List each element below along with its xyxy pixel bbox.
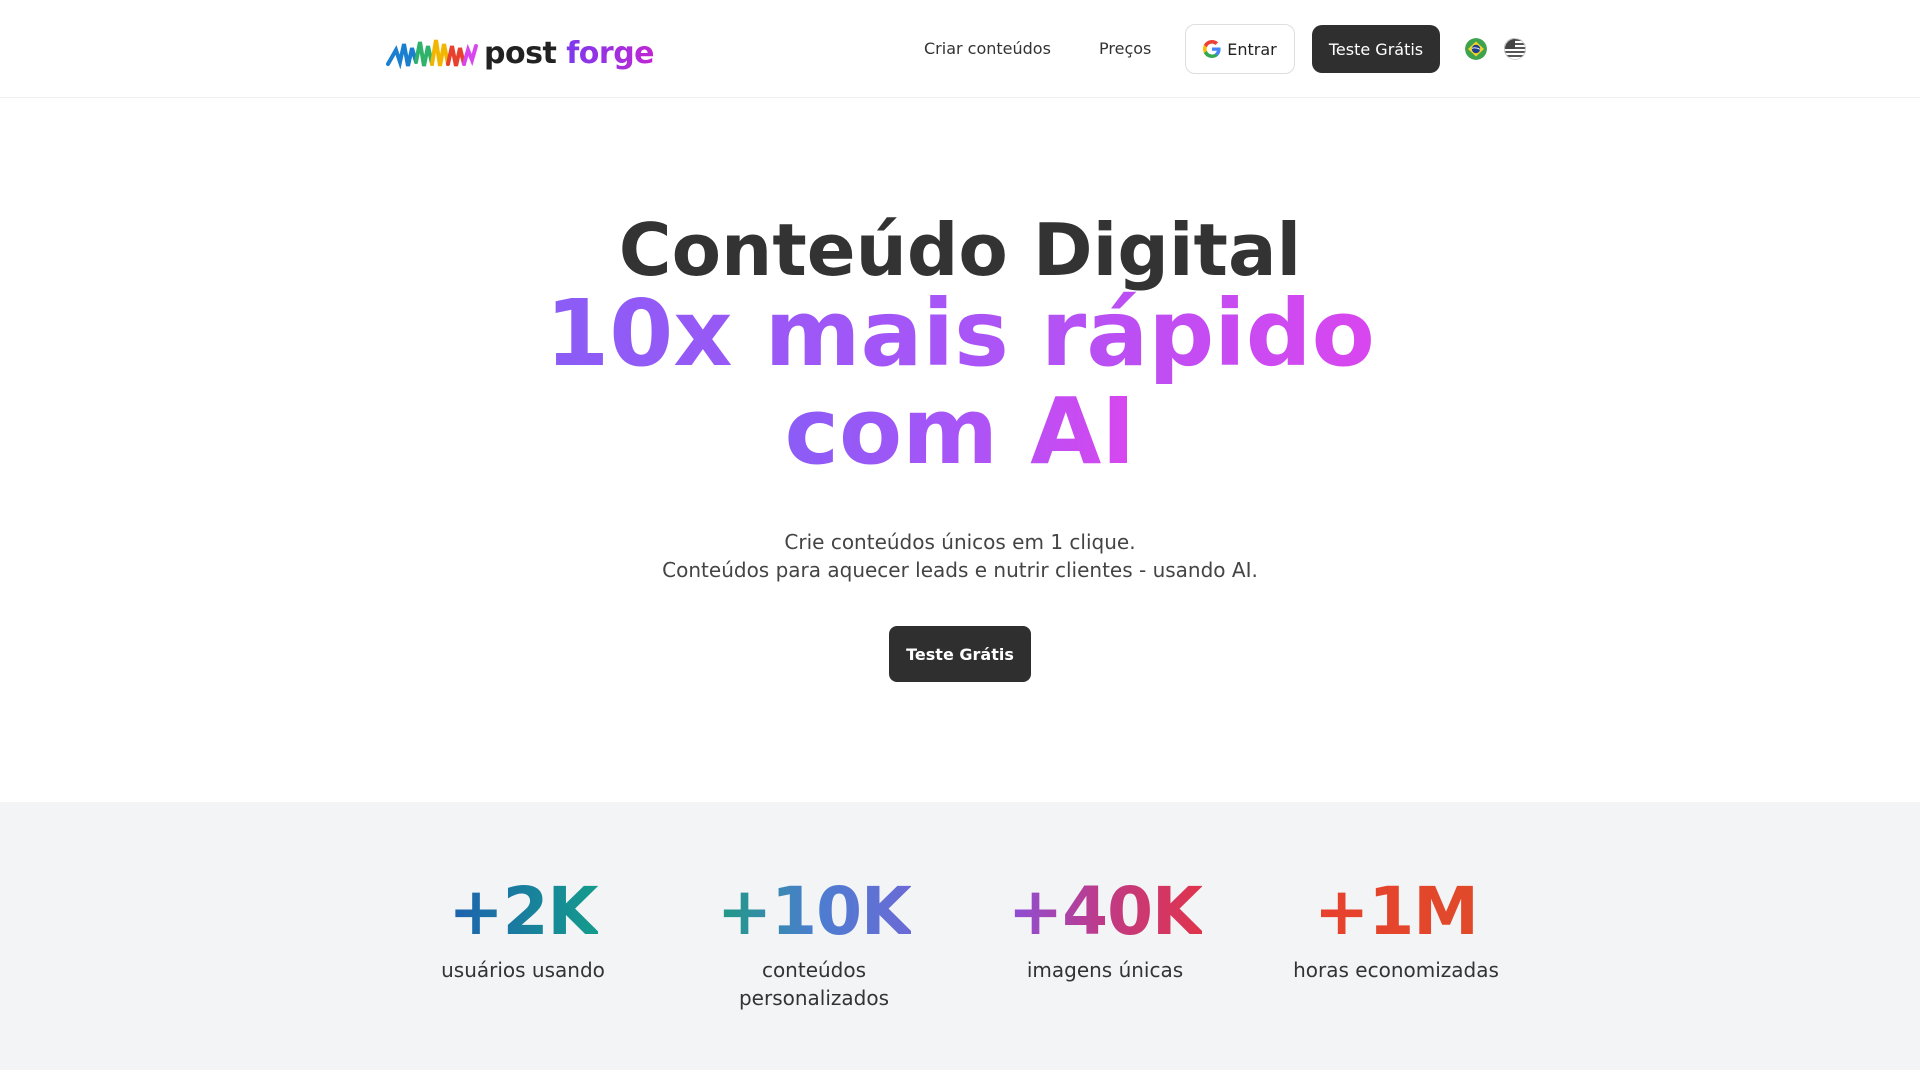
stat-value: +1M [1314, 873, 1479, 950]
hero-highlight-text-1: 10x mais rápido [545, 280, 1375, 387]
brazil-flag-graphic [1465, 38, 1487, 60]
stats-section: +2K usuários usando +10K conteúdos perso… [0, 802, 1920, 1070]
us-flag-graphic [1504, 38, 1526, 60]
hero-subtitle-line1: Crie conteúdos únicos em 1 clique. [784, 530, 1136, 554]
hero-section: Conteúdo Digital 10x mais rápido com AI … [0, 98, 1920, 802]
nav-link-criar-conteudos[interactable]: Criar conteúdos [924, 24, 1051, 74]
stat-contents: +10K conteúdos personalizados [684, 872, 944, 1012]
nav-link-precos[interactable]: Preços [1099, 24, 1151, 74]
hero-title-highlight-line1: 10x mais rápido [0, 284, 1920, 384]
logo-mark-icon [386, 39, 478, 70]
hero-highlight-text-2: com AI [784, 378, 1136, 485]
nav-item-criar-conteudos[interactable]: Criar conteúdos [924, 24, 1051, 74]
stat-value: +10K [716, 873, 912, 950]
stat-label: conteúdos personalizados [738, 958, 890, 1010]
logo-word-forge: forge [566, 36, 655, 71]
post-forge-logo[interactable]: post forge [386, 36, 655, 72]
header-free-trial-label: Teste Grátis [1328, 39, 1424, 59]
hero-subtitle-line2: Conteúdos para aquecer leads e nutrir cl… [662, 558, 1258, 582]
us-flag-icon[interactable] [1504, 38, 1526, 60]
stat-label: usuários usando [441, 958, 605, 982]
header-free-trial-button[interactable]: Teste Grátis [1312, 25, 1440, 73]
logo-wordmark: post forge [484, 36, 655, 72]
brazil-flag-icon[interactable] [1465, 38, 1487, 60]
stat-users: +2K usuários usando [393, 872, 653, 984]
stat-label: imagens únicas [1026, 958, 1184, 982]
logo-word-post: post [484, 36, 557, 71]
site-header: post forge Criar conteúdos Preços Entrar… [0, 0, 1920, 98]
login-button[interactable]: Entrar [1185, 24, 1295, 74]
hero-free-trial-label: Teste Grátis [906, 644, 1014, 664]
google-icon [1203, 40, 1221, 58]
stat-hours: +1M horas economizadas [1266, 872, 1526, 984]
hero-subtitle: Crie conteúdos únicos em 1 clique. Conte… [0, 528, 1920, 584]
stat-images: +40K imagens únicas [975, 872, 1235, 984]
hero-free-trial-button[interactable]: Teste Grátis [889, 626, 1031, 682]
stat-label: horas economizadas [1293, 958, 1499, 982]
login-button-label: Entrar [1227, 39, 1277, 59]
nav-item-precos[interactable]: Preços [1099, 24, 1151, 74]
stat-value: +40K [1007, 873, 1203, 950]
hero-title-highlight-line2: com AI [0, 382, 1920, 482]
stat-value: +2K [448, 873, 598, 950]
